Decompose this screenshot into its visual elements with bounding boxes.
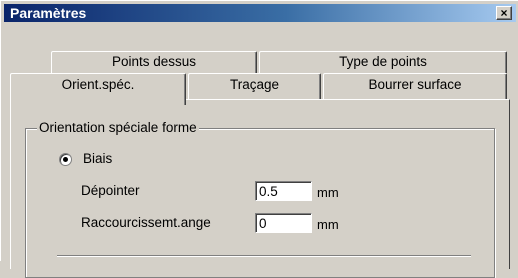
tab-label: Bourrer surface: [368, 77, 462, 92]
depointer-field[interactable]: [255, 181, 312, 201]
groupbox-title: Orientation spéciale forme: [37, 120, 199, 135]
tab-label: Points dessus: [111, 54, 197, 69]
tab-tracage[interactable]: Traçage: [188, 73, 321, 99]
tab-label: Orient.spéc.: [61, 77, 135, 92]
biais-radio[interactable]: [59, 153, 72, 166]
tab-orient-spec[interactable]: Orient.spéc.: [10, 73, 186, 105]
tab-points-dessus[interactable]: Points dessus: [51, 51, 257, 73]
dialog-window: Paramètres × Points dessus Type de point…: [0, 0, 518, 278]
raccourcissement-unit: mm: [317, 217, 339, 232]
tab-type-de-points[interactable]: Type de points: [259, 51, 507, 73]
title-bar[interactable]: Paramètres ×: [4, 4, 516, 22]
window-title: Paramètres: [10, 5, 87, 21]
depointer-label: Dépointer: [81, 183, 140, 198]
tab-label: Traçage: [229, 77, 280, 92]
separator-line: [57, 255, 471, 257]
biais-radio-label[interactable]: Biais: [83, 151, 112, 166]
tab-label: Type de points: [339, 54, 427, 69]
close-button[interactable]: ×: [496, 6, 512, 20]
tab-bourrer-surface[interactable]: Bourrer surface: [323, 73, 507, 99]
depointer-unit: mm: [317, 185, 339, 200]
raccourcissement-field[interactable]: [255, 213, 312, 233]
raccourcissement-label: Raccourcissemt.ange: [81, 215, 211, 230]
